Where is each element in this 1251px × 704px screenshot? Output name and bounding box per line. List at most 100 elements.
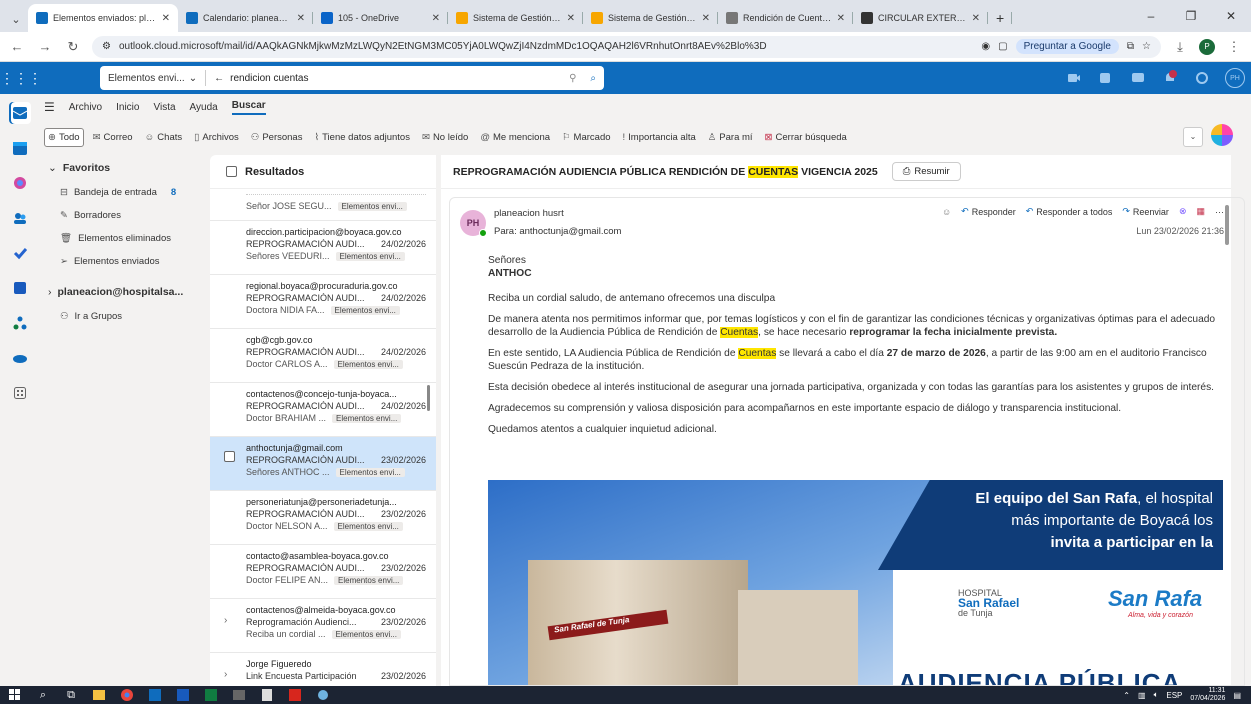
mail-icon[interactable] [232,689,246,701]
browser-tab[interactable]: Rendición de Cuentas 2025 – H ✕ [718,4,853,32]
todo-app-icon[interactable] [9,242,31,264]
tray-overflow-icon[interactable]: ⌃ [1123,691,1130,700]
account-header[interactable]: › planeacion@hospitalsa... [40,279,210,305]
more-actions-icon[interactable]: ··· [1215,207,1224,217]
filter-unread[interactable]: ✉ No leído [419,129,471,146]
install-icon[interactable]: ◉ [981,41,990,52]
filter-mail[interactable]: ✉ Correo [90,129,136,146]
back-icon[interactable]: ← [8,39,26,54]
paint-icon[interactable] [316,689,330,701]
message-item[interactable]: contactenos@concejo-tunja-boyaca... REPRO… [210,383,436,437]
close-tab-icon[interactable]: ✕ [972,13,980,24]
clock[interactable]: 11:31 07/04/2026 [1190,687,1225,703]
url-input[interactable]: ⚙ outlook.cloud.microsoft/mail/id/AAQkAG… [92,35,1161,58]
mail-app-icon[interactable] [9,102,31,124]
sender-name[interactable]: planeacion husrt [494,208,564,219]
profile-avatar[interactable]: P [1199,38,1215,55]
reload-icon[interactable]: ↻ [64,39,82,55]
folder-item[interactable]: ⊟ Bandeja de entrada 8 [40,181,210,204]
reply-button[interactable]: ↶ Responder [961,206,1016,217]
expand-thread-icon[interactable]: › [224,669,227,680]
chrome-icon[interactable] [120,689,134,701]
minimize-icon[interactable]: – [1131,9,1171,23]
reply-all-button[interactable]: ↶ Responder a todos [1026,206,1113,217]
filter-icon[interactable]: ⚲ [563,73,582,84]
browser-tab[interactable]: Elementos enviados: planeacio ✕ [28,4,178,32]
tab-buscar[interactable]: Buscar [231,100,266,115]
folder-item[interactable]: ➢ Elementos enviados [40,250,210,273]
filter-close-search[interactable]: ⊠ Cerrar búsqueda [762,129,850,146]
tab-preview-icon[interactable]: ▢ [998,41,1007,52]
close-tab-icon[interactable]: ✕ [837,13,845,24]
copilot-icon[interactable] [1211,124,1233,146]
sender-avatar[interactable]: PH [460,210,487,237]
browser-tab[interactable]: CIRCULAR EXTERNA 008 DE 20 ✕ [853,4,988,32]
filter-attachment[interactable]: ⌇ Tiene datos adjuntos [311,129,413,146]
filter-important[interactable]: ! Importancia alta [620,129,699,146]
site-info-icon[interactable]: ⚙ [102,41,111,52]
volume-icon[interactable]: 🔈︎ [1154,690,1159,700]
forward-icon[interactable]: → [36,39,54,54]
browser-tab[interactable]: 105 - OneDrive ✕ [313,4,448,32]
more-apps-icon[interactable] [9,382,31,404]
browser-tab[interactable]: Sistema de Gestión Integral - A ✕ [583,4,718,32]
message-item[interactable]: regional.boyaca@procuraduria.gov.co REPRO… [210,275,436,329]
hamburger-menu-icon[interactable]: ☰ [44,100,55,114]
message-item[interactable]: › Jorge Figueredo Link Encuesta Participac… [210,653,436,686]
emoji-reaction-icon[interactable]: ☺ [942,207,951,217]
ask-google-button[interactable]: Preguntar a Google [1015,39,1119,54]
calculator-icon[interactable] [260,689,274,701]
acrobat-icon[interactable] [288,689,302,701]
message-item[interactable]: cgb@cgb.gov.co REPROGRAMACIÓN AUDI... 24/0… [210,329,436,383]
filter-mention[interactable]: @ Me menciona [477,129,553,146]
settings-icon[interactable] [1193,69,1211,87]
message-item[interactable]: Señor JOSE SEGU... Elementos envi... [210,189,436,221]
close-tab-icon[interactable]: ✕ [702,13,710,24]
favorites-header[interactable]: ⌄ Favoritos [40,155,210,181]
expand-thread-icon[interactable]: › [224,615,227,626]
tab-inicio[interactable]: Inicio [116,102,139,113]
app-launcher-icon[interactable]: ⋮⋮⋮ [0,70,42,87]
search-box[interactable]: Elementos envi... ⌄ ← rendicion cuentas … [100,66,604,90]
close-tab-icon[interactable]: ✕ [162,13,170,24]
forward-button[interactable]: ↷ Reenviar [1122,206,1169,217]
browser-menu-icon[interactable]: ⋮ [1225,39,1243,55]
browser-tab[interactable]: Sistema de Gestión Integral - A ✕ [448,4,583,32]
file-explorer-icon[interactable] [92,689,106,701]
onedrive-org-icon[interactable] [9,312,31,334]
people-app-icon[interactable] [9,207,31,229]
tab-search-icon[interactable]: ⌄ [4,6,28,32]
message-checkbox[interactable] [224,451,235,462]
download-icon[interactable]: ⤓ [1171,39,1189,55]
reading-mode-icon[interactable]: ⧉ [1127,41,1134,52]
message-item[interactable]: direccion.participacion@boyaca.gov.co REP… [210,221,436,275]
tab-vista[interactable]: Vista [153,102,175,113]
copilot-action-icon[interactable]: ⊗ [1179,206,1187,217]
message-item[interactable]: anthoctunja@gmail.com REPROGRAMACIÓN AUDI… [210,437,436,491]
copilot-app-icon[interactable] [9,172,31,194]
search-scope-dropdown[interactable]: Elementos envi... ⌄ [100,70,207,86]
browser-tab[interactable]: Calendario: planeacion hurst - ✕ [178,4,313,32]
filter-person[interactable]: ♙ Para mí [705,129,756,146]
chat-icon[interactable] [1129,69,1147,87]
message-item[interactable]: contacto@asamblea-boyaca.gov.co REPROGRAM… [210,545,436,599]
close-tab-icon[interactable]: ✕ [432,13,440,24]
tab-archivo[interactable]: Archivo [69,102,102,113]
close-tab-icon[interactable]: ✕ [297,13,305,24]
word-icon[interactable] [176,689,190,701]
select-all-checkbox[interactable] [226,166,237,177]
maximize-icon[interactable]: ❐ [1171,9,1211,23]
user-avatar[interactable]: PH [1225,68,1245,88]
reading-scrollbar[interactable] [1225,205,1229,245]
back-arrow-icon[interactable]: ← [214,73,224,84]
summarize-button[interactable]: ⎙ Resumir [891,162,961,181]
excel-icon[interactable] [204,689,218,701]
windows-start-icon[interactable] [8,689,22,701]
calendar-app-icon[interactable] [9,137,31,159]
network-icon[interactable]: ▥ [1138,691,1146,700]
notifications-icon[interactable] [1161,69,1179,87]
language-indicator[interactable]: ESP [1166,691,1182,700]
close-tab-icon[interactable]: ✕ [567,13,575,24]
filter-file[interactable]: ▯ Archivos [191,129,242,146]
word-app-icon[interactable] [9,277,31,299]
